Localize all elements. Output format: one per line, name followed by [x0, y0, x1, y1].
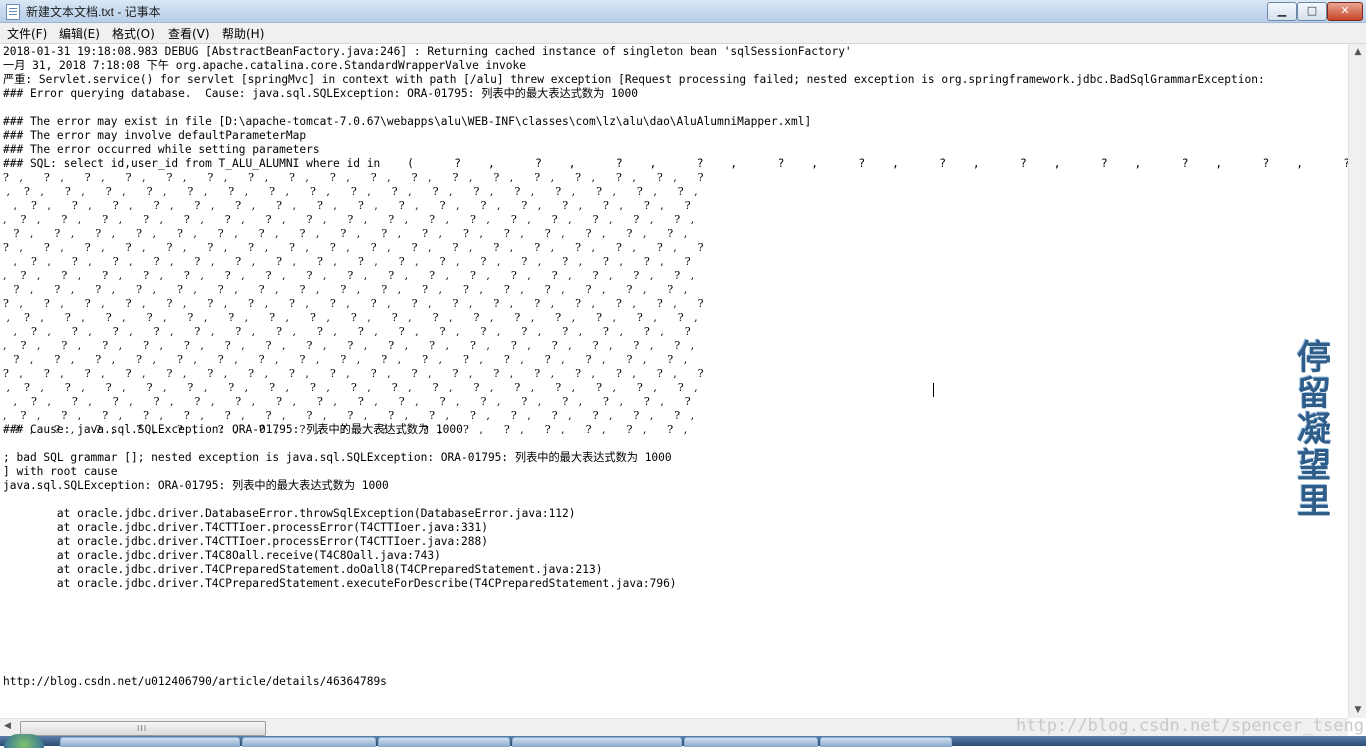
placeholder-row: , ? , ? , ? , ? , ? , ? , ? , ? , ? , ? …	[3, 199, 691, 212]
menu-help[interactable]: 帮助(H)	[222, 25, 264, 42]
placeholder-row: , ? , ? , ? , ? , ? , ? , ? , ? , ? , ? …	[3, 409, 695, 422]
text-line: ### The error may involve defaultParamet…	[3, 129, 307, 142]
text-line: ### The error may exist in file [D:\apac…	[3, 115, 812, 128]
text-line: ### Cause: java.sql.SQLException: ORA-01…	[3, 423, 463, 436]
vertical-scrollbar[interactable]: ▲ ▼	[1348, 44, 1366, 718]
close-button[interactable]: ✕	[1327, 2, 1363, 21]
text-line: 严重: Servlet.service() for servlet [sprin…	[3, 73, 1265, 86]
menu-file[interactable]: 文件(F)	[7, 25, 47, 42]
placeholder-row: ? , ? , ? , ? , ? , ? , ? , ? , ? , ? , …	[3, 283, 688, 296]
placeholder-row: ? , ? , ? , ? , ? , ? , ? , ? , ? , ? , …	[3, 241, 704, 254]
placeholder-row: , ? , ? , ? , ? , ? , ? , ? , ? , ? , ? …	[3, 381, 698, 394]
placeholder-row: , ? , ? , ? , ? , ? , ? , ? , ? , ? , ? …	[3, 213, 695, 226]
text-line: ### The error occurred while setting par…	[3, 143, 320, 156]
placeholder-row: , ? , ? , ? , ? , ? , ? , ? , ? , ? , ? …	[3, 311, 698, 324]
stack-trace-line: at oracle.jdbc.driver.T4CPreparedStateme…	[3, 563, 603, 576]
text-line: 一月 31, 2018 7:18:08 下午 org.apache.catali…	[3, 59, 526, 72]
menu-edit[interactable]: 编辑(E)	[59, 25, 100, 42]
placeholder-row: , ? , ? , ? , ? , ? , ? , ? , ? , ? , ? …	[3, 395, 691, 408]
scroll-up-icon[interactable]: ▲	[1350, 44, 1366, 60]
placeholder-row: , ? , ? , ? , ? , ? , ? , ? , ? , ? , ? …	[3, 339, 695, 352]
text-line: ### Error querying database. Cause: java…	[3, 87, 638, 100]
placeholder-row: ? , ? , ? , ? , ? , ? , ? , ? , ? , ? , …	[3, 227, 688, 240]
text-editor-area[interactable]: 2018-01-31 19:18:08.983 DEBUG [AbstractB…	[0, 44, 1348, 718]
scrollbar-thumb[interactable]: III	[20, 721, 266, 736]
menu-format[interactable]: 格式(O)	[112, 25, 155, 42]
minimize-button[interactable]: ▁	[1267, 2, 1297, 21]
text-caret	[933, 383, 934, 397]
placeholder-row: , ? , ? , ? , ? , ? , ? , ? , ? , ? , ? …	[3, 255, 691, 268]
stack-trace-line: at oracle.jdbc.driver.T4CTTIoer.processE…	[3, 535, 488, 548]
side-watermark: 停留凝望里	[1297, 338, 1331, 522]
title-bar[interactable]: 新建文本文档.txt - 记事本 ▁ □ ✕	[0, 0, 1366, 23]
text-line: ; bad SQL grammar []; nested exception i…	[3, 451, 672, 464]
url-line: http://blog.csdn.net/u012406790/article/…	[3, 675, 387, 688]
menu-view[interactable]: 查看(V)	[168, 25, 210, 42]
bottom-watermark: http://blog.csdn.net/spencer_tseng	[1016, 716, 1364, 736]
text-line: 2018-01-31 19:18:08.983 DEBUG [AbstractB…	[3, 45, 852, 58]
placeholder-row: ? , ? , ? , ? , ? , ? , ? , ? , ? , ? , …	[3, 353, 688, 366]
notepad-icon	[6, 4, 20, 20]
maximize-button[interactable]: □	[1297, 2, 1327, 21]
scrollbar-grip: III	[137, 724, 148, 733]
stack-trace-line: at oracle.jdbc.driver.DatabaseError.thro…	[3, 507, 576, 520]
window-title: 新建文本文档.txt - 记事本	[26, 5, 161, 19]
placeholder-row: , ? , ? , ? , ? , ? , ? , ? , ? , ? , ? …	[3, 269, 695, 282]
text-line: ] with root cause	[3, 465, 118, 478]
placeholder-row: , ? , ? , ? , ? , ? , ? , ? , ? , ? , ? …	[3, 185, 698, 198]
stack-trace-line: at oracle.jdbc.driver.T4CTTIoer.processE…	[3, 521, 488, 534]
sql-line: ### SQL: select id,user_id from T_ALU_AL…	[3, 157, 1348, 170]
placeholder-row: ? , ? , ? , ? , ? , ? , ? , ? , ? , ? , …	[3, 171, 704, 184]
scroll-left-icon[interactable]: ◀	[4, 721, 11, 731]
placeholder-row: ? , ? , ? , ? , ? , ? , ? , ? , ? , ? , …	[3, 367, 704, 380]
stack-trace-line: at oracle.jdbc.driver.T4CPreparedStateme…	[3, 577, 677, 590]
stack-trace-line: at oracle.jdbc.driver.T4C8Oall.receive(T…	[3, 549, 441, 562]
taskbar	[0, 734, 1366, 748]
text-line: java.sql.SQLException: ORA-01795: 列表中的最大…	[3, 479, 389, 492]
menu-bar: 文件(F) 编辑(E) 格式(O) 查看(V) 帮助(H)	[0, 23, 1366, 44]
placeholder-row: , ? , ? , ? , ? , ? , ? , ? , ? , ? , ? …	[3, 325, 691, 338]
placeholder-row: ? , ? , ? , ? , ? , ? , ? , ? , ? , ? , …	[3, 297, 704, 310]
